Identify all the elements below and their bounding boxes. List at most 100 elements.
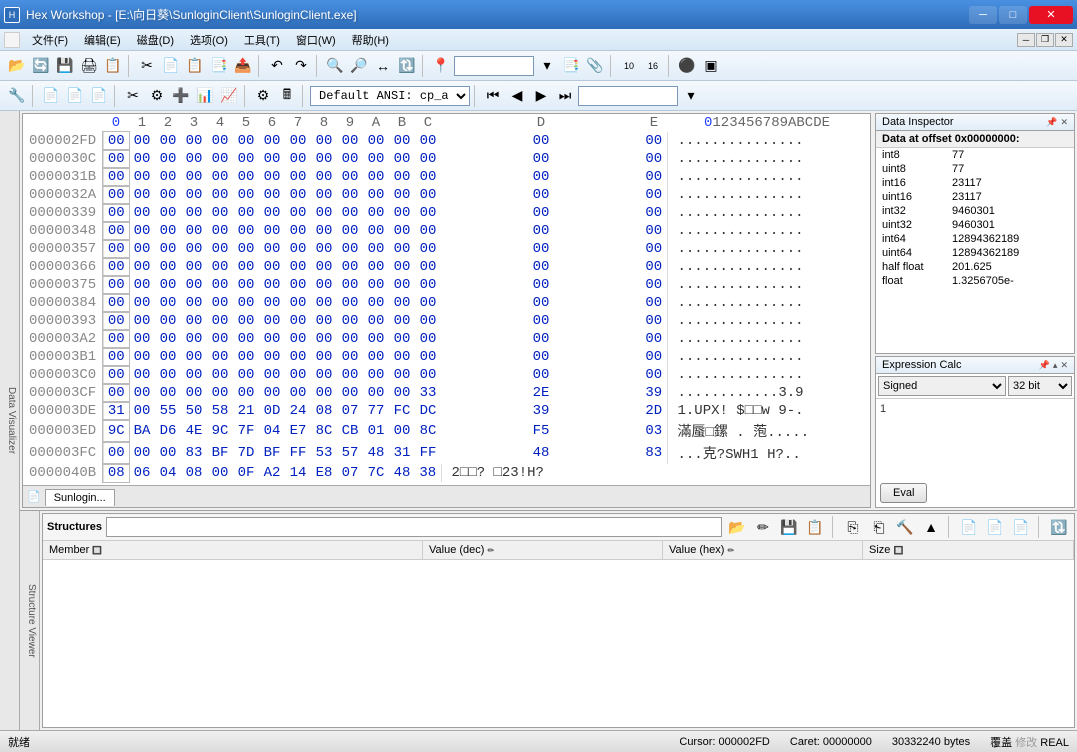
inspector-row[interactable]: int6412894362189 [876, 232, 1074, 246]
inspector-row[interactable]: half float201.625 [876, 260, 1074, 274]
hex-row[interactable]: 000003FC00000083BF7DBFFF53574831FF4883..… [23, 442, 867, 464]
hex-row[interactable]: 000003B1000000000000000000000000000000..… [23, 348, 867, 366]
panel-close-icon[interactable]: ✕ [1060, 117, 1068, 128]
bookmark2-button[interactable]: 📎 [584, 55, 606, 77]
mdi-restore-button[interactable]: ❐ [1036, 33, 1054, 47]
nav-go-button[interactable]: ▾ [680, 85, 702, 107]
hex-row[interactable]: 000003DE3100555058210D24080777FCDC392D1.… [23, 402, 867, 420]
cut-button[interactable]: ✂ [136, 55, 158, 77]
struct-button[interactable]: 📊 [194, 85, 216, 107]
plus-button[interactable]: ➕ [170, 85, 192, 107]
base10-button[interactable]: 10 [618, 55, 640, 77]
hex-row[interactable]: 00000393000000000000000000000000000000..… [23, 312, 867, 330]
hex-row[interactable]: 000003CF000000000000000000000000332E39..… [23, 384, 867, 402]
hex-row[interactable]: 000003C0000000000000000000000000000000..… [23, 366, 867, 384]
inspector-row[interactable]: uint1623117 [876, 190, 1074, 204]
struct-f-button[interactable]: 📄 [984, 516, 1006, 538]
chart-button[interactable]: 📈 [218, 85, 240, 107]
nav-input[interactable] [578, 86, 678, 106]
struct-open-button[interactable]: 📂 [726, 516, 748, 538]
hex-editor[interactable]: 0123456789ABCDE0123456789ABCDE000002FD00… [22, 113, 871, 508]
copy-button[interactable]: 📄 [160, 55, 182, 77]
base16-button[interactable]: 16 [642, 55, 664, 77]
tool1-button[interactable]: 📄 [40, 85, 62, 107]
replace-button[interactable]: ↔ [372, 55, 394, 77]
menu-disk[interactable]: 磁盘(D) [129, 30, 182, 50]
inspector-row[interactable]: uint6412894362189 [876, 246, 1074, 260]
first-button[interactable]: ⏮ [482, 85, 504, 107]
inspector-row[interactable]: int877 [876, 148, 1074, 163]
prev-button[interactable]: ◀ [506, 85, 528, 107]
file-tab[interactable]: Sunlogin... [45, 489, 115, 506]
arrow-down-icon[interactable]: ▾ [536, 55, 558, 77]
hex-row[interactable]: 000002FD000000000000000000000000000000..… [23, 132, 867, 150]
paste-button[interactable]: 📋 [184, 55, 206, 77]
hex-row[interactable]: 00000339000000000000000000000000000000..… [23, 204, 867, 222]
struct-body[interactable] [43, 560, 1074, 727]
mdi-minimize-button[interactable]: ─ [1017, 33, 1035, 47]
panel-close-icon[interactable]: ✕ [1060, 360, 1068, 371]
struct-refresh-button[interactable]: 🔃 [1048, 516, 1070, 538]
redo-button[interactable]: ↷ [290, 55, 312, 77]
hex-row[interactable]: 00000357000000000000000000000000000000..… [23, 240, 867, 258]
struct-c-button[interactable]: 🔨 [894, 516, 916, 538]
hex-row[interactable]: 000003ED9CBAD64E9C7F04E78CCB01008CF503滿蜃… [23, 420, 867, 442]
scissors-button[interactable]: ✂ [122, 85, 144, 107]
pin-icon[interactable]: 📌 [1039, 360, 1050, 371]
menu-help[interactable]: 帮助(H) [344, 30, 397, 50]
find-next-button[interactable]: 🔎 [348, 55, 370, 77]
struct-b-button[interactable]: ⎗ [868, 516, 890, 538]
goto-button[interactable]: 📍 [430, 55, 452, 77]
preview-button[interactable]: 📋 [102, 55, 124, 77]
inspector-row[interactable]: uint329460301 [876, 218, 1074, 232]
struct-edit-button[interactable]: ✏ [752, 516, 774, 538]
export-button[interactable]: 📤 [232, 55, 254, 77]
hex-row[interactable]: 00000348000000000000000000000000000000..… [23, 222, 867, 240]
maximize-button[interactable]: □ [999, 6, 1027, 24]
hex-row[interactable]: 0000040B08060408000FA214E8077C48382□□? □… [23, 464, 867, 482]
save-button[interactable]: 💾 [54, 55, 76, 77]
inspector-table[interactable]: Data at offset 0x00000000:int877uint877i… [876, 131, 1074, 288]
calc-button[interactable]: 🖩 [276, 85, 298, 107]
data-visualizer-tab[interactable]: Data Visualizer [0, 111, 20, 730]
panel-min-icon[interactable]: ▴ [1053, 360, 1058, 371]
signed-select[interactable]: Signed [878, 376, 1006, 396]
pin-icon[interactable]: 📌 [1046, 117, 1057, 128]
menu-tools[interactable]: 工具(T) [236, 30, 288, 50]
struct-d-button[interactable]: ▲ [920, 516, 942, 538]
struct-g-button[interactable]: 📄 [1010, 516, 1032, 538]
reload-button[interactable]: 🔃 [396, 55, 418, 77]
struct-save-button[interactable]: 💾 [778, 516, 800, 538]
chip-icon[interactable]: ▣ [700, 55, 722, 77]
find-button[interactable]: 🔍 [324, 55, 346, 77]
inspector-row[interactable]: float1.3256705e- [876, 274, 1074, 288]
open-button[interactable]: 📂 [6, 55, 28, 77]
eval-button[interactable]: Eval [880, 483, 927, 503]
hex-row[interactable]: 00000366000000000000000000000000000000..… [23, 258, 867, 276]
menu-file[interactable]: 文件(F) [24, 30, 76, 50]
goto-input[interactable] [454, 56, 534, 76]
hex-row[interactable]: 0000032A000000000000000000000000000000..… [23, 186, 867, 204]
hex-row[interactable]: 00000384000000000000000000000000000000..… [23, 294, 867, 312]
next-button[interactable]: ▶ [530, 85, 552, 107]
last-button[interactable]: ⏭ [554, 85, 576, 107]
inspector-row[interactable]: int1623117 [876, 176, 1074, 190]
struct-e-button[interactable]: 📄 [958, 516, 980, 538]
tool2-button[interactable]: 📄 [64, 85, 86, 107]
wand-button[interactable]: 🔧 [6, 85, 28, 107]
struct-a-button[interactable]: ⎘ [842, 516, 864, 538]
bits-select[interactable]: 32 bit [1008, 376, 1072, 396]
hex-row[interactable]: 000003A2000000000000000000000000000000..… [23, 330, 867, 348]
undo-button[interactable]: ↶ [266, 55, 288, 77]
bookmark-button[interactable]: 📑 [560, 55, 582, 77]
minimize-button[interactable]: ─ [969, 6, 997, 24]
hex-row[interactable]: 00000375000000000000000000000000000000..… [23, 276, 867, 294]
menu-window[interactable]: 窗口(W) [288, 30, 344, 50]
inspector-row[interactable]: uint877 [876, 162, 1074, 176]
mdi-close-button[interactable]: ✕ [1055, 33, 1073, 47]
gear2-icon[interactable]: ⚙ [252, 85, 274, 107]
inspector-row[interactable]: int329460301 [876, 204, 1074, 218]
tool3-button[interactable]: 📄 [88, 85, 110, 107]
refresh-button[interactable]: 🔄 [30, 55, 52, 77]
hex-row[interactable]: 0000030C000000000000000000000000000000..… [23, 150, 867, 168]
